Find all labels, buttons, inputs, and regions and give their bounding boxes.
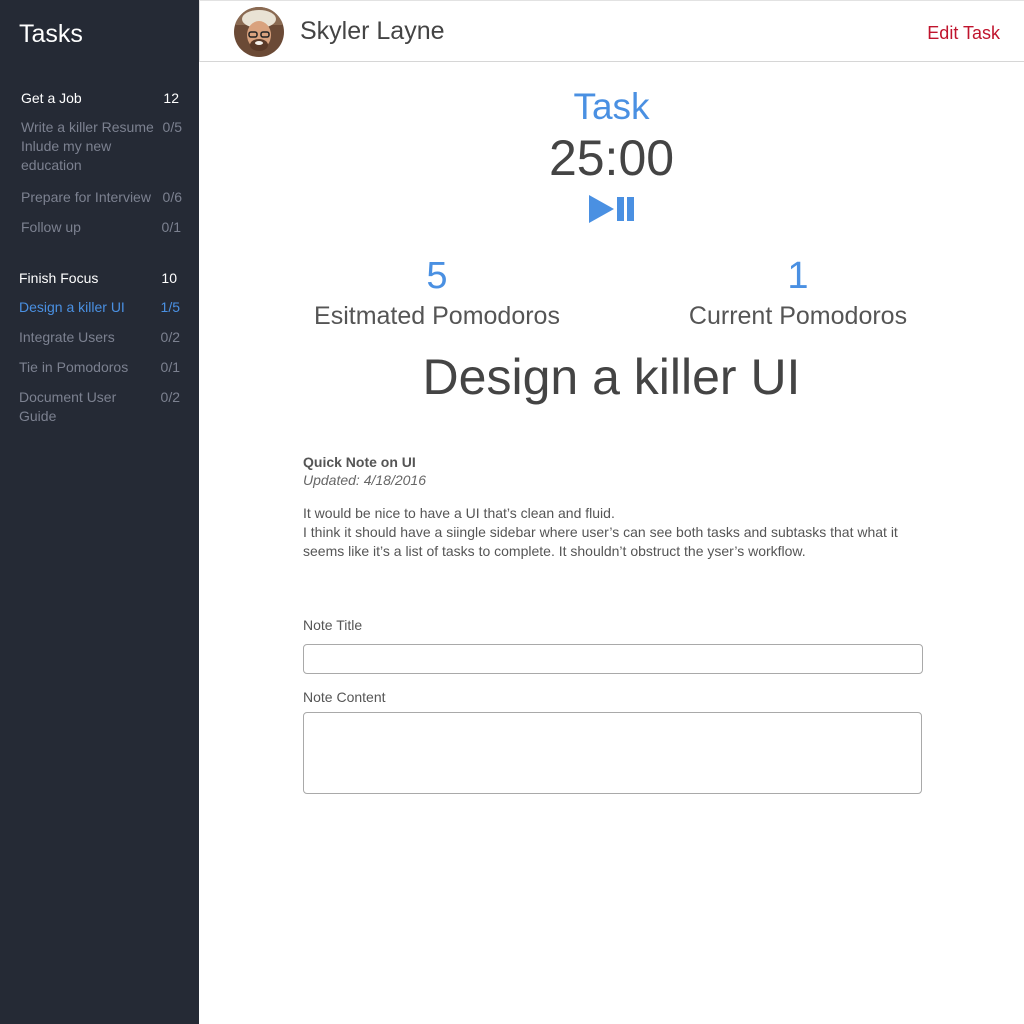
sidebar-item-follow-up[interactable]: Follow up 0/1 bbox=[21, 218, 181, 237]
sidebar-item-design-ui[interactable]: Design a killer UI 1/5 bbox=[19, 298, 180, 317]
sidebar-item-tie-pomodoros[interactable]: Tie in Pomodoros 0/1 bbox=[19, 358, 180, 377]
current-pomodoros-value: 1 bbox=[787, 255, 809, 297]
sidebar-item-label: Prepare for Interview bbox=[21, 189, 151, 205]
sidebar-title: Tasks bbox=[19, 20, 83, 48]
group-label: Get a Job bbox=[21, 90, 82, 106]
avatar-image bbox=[234, 7, 284, 57]
group-count: 12 bbox=[163, 90, 179, 106]
task-title: Design a killer UI bbox=[422, 349, 801, 405]
timer-task-label: Task bbox=[573, 86, 650, 127]
sidebar-item-prepare-interview[interactable]: Prepare for Interview 0/6 bbox=[21, 188, 182, 207]
sidebar-item-count: 0/2 bbox=[160, 389, 180, 405]
top-header: Skyler Layne Edit Task bbox=[199, 0, 1024, 62]
sidebar-item-label: Follow up bbox=[21, 219, 81, 235]
note-content-label: Note Content bbox=[303, 689, 386, 705]
sidebar-group-get-a-job[interactable]: Get a Job 12 bbox=[21, 90, 179, 106]
note-title-label: Note Title bbox=[303, 617, 363, 633]
user-name: Skyler Layne bbox=[300, 17, 445, 45]
current-pomodoros: 1 Current Pomodoros bbox=[648, 255, 948, 331]
note-title: Quick Note on UI bbox=[303, 454, 416, 470]
play-icon[interactable] bbox=[587, 194, 615, 224]
sidebar-item-count: 0/2 bbox=[160, 329, 180, 345]
sidebar-item-count: 0/6 bbox=[162, 189, 182, 205]
current-pomodoros-label: Current Pomodoros bbox=[688, 302, 908, 330]
estimated-pomodoros: 5 Esitmated Pomodoros bbox=[287, 255, 587, 331]
timer-display: 25:00 bbox=[548, 130, 675, 186]
note-block: Quick Note on UI Updated: 4/18/2016 It w… bbox=[303, 454, 923, 561]
note-content-input[interactable] bbox=[303, 712, 922, 794]
sidebar-item-document-guide[interactable]: Document User Guide 0/2 bbox=[19, 388, 180, 426]
sidebar-item-write-resume[interactable]: Write a killer Resume Inlude my new educ… bbox=[21, 118, 182, 175]
pause-icon[interactable] bbox=[615, 197, 637, 221]
edit-task-link[interactable]: Edit Task bbox=[927, 23, 1000, 44]
note-line: I think it should have a siingle sidebar… bbox=[303, 524, 898, 559]
note-updated: Updated: 4/18/2016 bbox=[303, 472, 426, 488]
sidebar-item-label: Write a killer Resume Inlude my new educ… bbox=[21, 119, 154, 173]
estimated-pomodoros-value: 5 bbox=[426, 255, 448, 297]
sidebar-item-integrate-users[interactable]: Integrate Users 0/2 bbox=[19, 328, 180, 347]
sidebar-item-label: Document User Guide bbox=[19, 389, 117, 424]
sidebar-item-count: 0/1 bbox=[161, 219, 181, 235]
sidebar-item-label: Tie in Pomodoros bbox=[19, 359, 129, 375]
sidebar-item-count: 1/5 bbox=[160, 299, 180, 315]
timer-controls bbox=[587, 194, 639, 224]
group-label: Finish Focus bbox=[19, 270, 99, 286]
sidebar-item-count: 0/1 bbox=[160, 359, 180, 375]
group-count: 10 bbox=[161, 270, 177, 286]
avatar[interactable] bbox=[234, 7, 284, 57]
estimated-pomodoros-label: Esitmated Pomodoros bbox=[314, 302, 560, 330]
sidebar-item-count: 0/5 bbox=[162, 119, 182, 135]
sidebar-item-label: Integrate Users bbox=[19, 329, 115, 345]
sidebar-group-finish-focus[interactable]: Finish Focus 10 bbox=[19, 270, 177, 286]
note-title-input[interactable] bbox=[303, 644, 923, 674]
sidebar: Tasks Get a Job 12 Write a killer Resume… bbox=[0, 0, 199, 1024]
note-body: It would be nice to have a UI that’s cle… bbox=[303, 504, 923, 561]
note-line: It would be nice to have a UI that’s cle… bbox=[303, 505, 615, 521]
sidebar-item-label: Design a killer UI bbox=[19, 299, 125, 315]
